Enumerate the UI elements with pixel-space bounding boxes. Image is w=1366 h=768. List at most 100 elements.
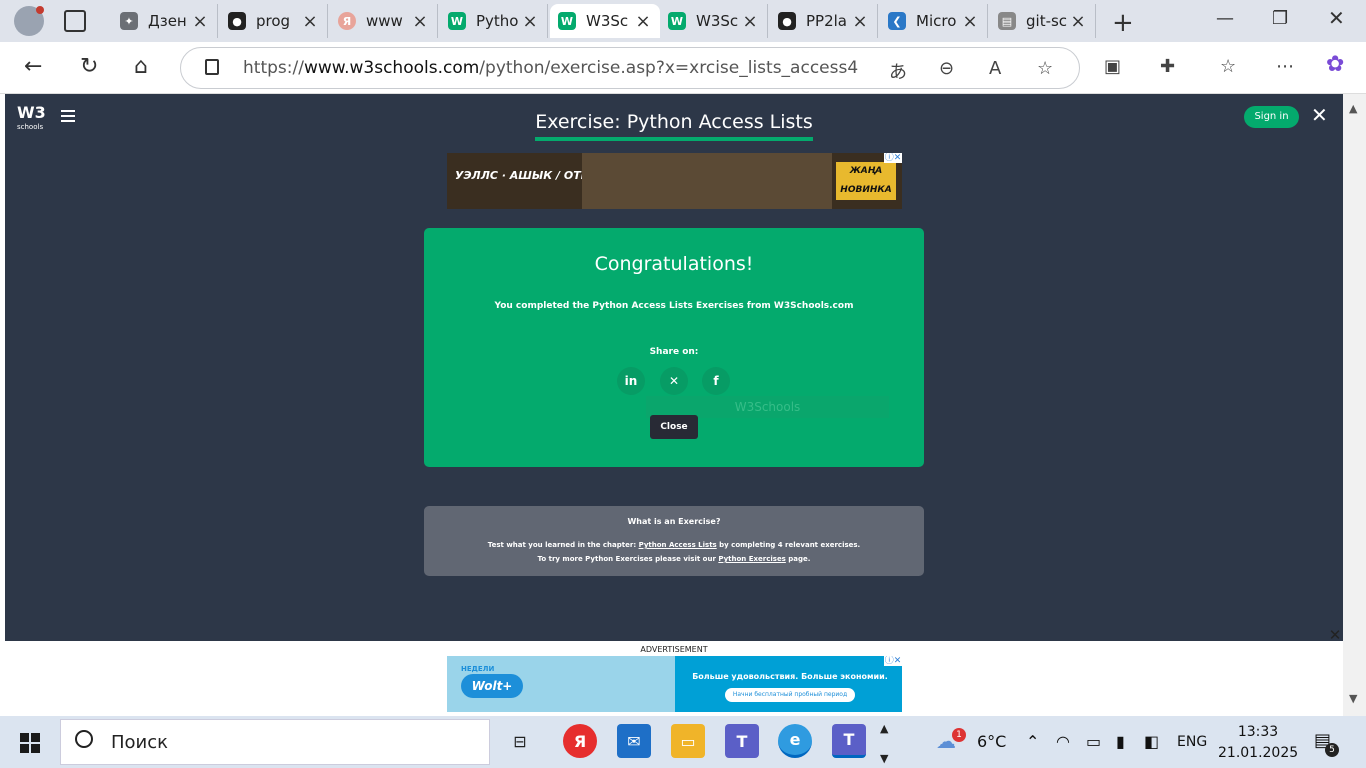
tab-python[interactable]: W Pytho × <box>440 4 548 38</box>
close-icon[interactable]: ✕ <box>1327 627 1343 643</box>
ad-label: ADVERTISEMENT <box>640 645 708 654</box>
yandex-browser-icon[interactable]: Я <box>563 724 597 758</box>
facebook-icon[interactable]: f <box>702 367 730 395</box>
vertical-scrollbar[interactable]: ▲ ▼ <box>1343 94 1366 716</box>
home-icon[interactable]: ⌂ <box>134 54 148 79</box>
share-label: Share on: <box>649 347 699 357</box>
wifi-icon[interactable]: ◠ <box>1056 732 1070 751</box>
linkedin-icon[interactable]: in <box>617 367 645 395</box>
chapter-link[interactable]: Python Access Lists <box>639 541 717 549</box>
tab-label: git-sc <box>1026 12 1068 30</box>
teams-icon[interactable]: T <box>725 724 759 758</box>
top-advertisement[interactable]: УЭЛЛС · АШЫК / ОТКРЫТ ПЕРЕРЫВА ЖАҢА НОВИН… <box>447 153 902 209</box>
tab-git[interactable]: ▤ git-sc × <box>990 4 1096 38</box>
github-icon: ● <box>778 12 796 30</box>
collections-icon[interactable]: ▣ <box>1104 56 1121 77</box>
close-window-icon[interactable]: ✕ <box>1328 6 1345 30</box>
ad-close-icon[interactable]: ⓘ✕ <box>884 153 902 163</box>
url-field[interactable]: https://www.w3schools.com/python/exercis… <box>180 47 1080 89</box>
close-icon[interactable]: × <box>301 11 319 32</box>
extensions-icon[interactable]: ✚ <box>1160 56 1175 77</box>
close-icon[interactable]: × <box>634 11 652 32</box>
ad-cta-button[interactable]: Начни бесплатный пробный период <box>725 688 855 702</box>
python-exercises-link[interactable]: Python Exercises <box>718 555 786 563</box>
favorite-star-icon[interactable]: ☆ <box>1037 58 1053 79</box>
url-text[interactable]: https://www.w3schools.com/python/exercis… <box>243 58 858 78</box>
profile-avatar[interactable] <box>14 6 44 36</box>
windows-start-icon[interactable] <box>20 733 40 753</box>
clock[interactable]: 13:33 21.01.2025 <box>1218 722 1298 764</box>
mail-icon[interactable]: ✉ <box>617 724 651 758</box>
info-heading: What is an Exercise? <box>627 517 721 526</box>
show-hidden-icons[interactable]: ⌃ <box>1026 732 1039 751</box>
address-bar-row: ← ↻ ⌂ https://www.w3schools.com/python/e… <box>0 42 1366 94</box>
file-explorer-icon[interactable]: ▭ <box>671 724 705 758</box>
tab-w3schools[interactable]: W W3Sc × <box>660 4 768 38</box>
lock-icon <box>205 59 219 75</box>
favorites-icon[interactable]: ☆ <box>1220 56 1236 77</box>
teams-active-icon[interactable]: T <box>832 724 866 758</box>
back-icon[interactable]: ← <box>24 54 42 79</box>
tab-dzen[interactable]: ✦ Дзен × <box>112 4 218 38</box>
close-button[interactable]: Close <box>650 415 698 439</box>
restore-icon[interactable]: ❐ <box>1272 8 1288 29</box>
close-icon[interactable]: × <box>961 11 979 32</box>
battery-icon[interactable]: ▭ <box>1086 732 1101 751</box>
sign-in-button[interactable]: Sign in <box>1244 106 1299 128</box>
ad-image <box>582 153 832 209</box>
tab-yandex[interactable]: Я www × <box>330 4 438 38</box>
tab-actions-icon[interactable] <box>64 10 86 32</box>
edge-icon[interactable]: e <box>778 724 812 758</box>
close-icon[interactable]: × <box>411 11 429 32</box>
congrats-heading: Congratulations! <box>594 253 754 275</box>
volume-icon[interactable]: ◧ <box>1144 732 1159 751</box>
tab-label: Micro <box>916 12 957 30</box>
taskbar-search[interactable]: Поиск <box>60 719 490 765</box>
language-indicator[interactable]: ENG <box>1177 734 1207 750</box>
tab-w3schools-active[interactable]: W W3Sc × <box>550 4 660 38</box>
congrats-message: You completed the Python Access Lists Ex… <box>494 301 854 311</box>
notification-count: 5 <box>1325 743 1339 757</box>
tab-label: PP2la <box>806 12 847 30</box>
copilot-icon[interactable]: ✿ <box>1326 52 1344 77</box>
minimize-icon[interactable]: — <box>1216 8 1234 29</box>
tab-label: W3Sc <box>586 12 629 30</box>
chevron-down-icon[interactable]: ▼ <box>880 752 888 765</box>
tab-github-pp2[interactable]: ● PP2la × <box>770 4 878 38</box>
vscode-icon: ❮ <box>888 12 906 30</box>
ad-badge: НЕДЕЛИ <box>461 665 495 673</box>
weather-temperature[interactable]: 6°C <box>977 732 1006 751</box>
ad-close-icon[interactable]: ⓘ✕ <box>884 656 902 666</box>
translate-icon[interactable]: あ <box>889 58 907 84</box>
search-icon <box>75 730 93 748</box>
scroll-down-icon[interactable]: ▼ <box>1349 692 1357 705</box>
close-icon[interactable]: × <box>851 11 869 32</box>
tab-label: Дзен <box>148 12 187 30</box>
tab-label: Pytho <box>476 12 519 30</box>
tab-label: www <box>366 12 403 30</box>
bottom-advertisement[interactable]: НЕДЕЛИ Wolt+ Больше удовольствия. Больше… <box>447 656 902 712</box>
chevron-up-icon[interactable]: ▲ <box>880 722 888 735</box>
tab-github-prog[interactable]: ● prog × <box>220 4 328 38</box>
task-view-icon[interactable]: ⊟ <box>503 724 537 758</box>
ad-headline: Больше удовольствия. Больше экономии. <box>692 672 888 681</box>
close-icon[interactable]: × <box>1069 11 1087 32</box>
read-aloud-icon[interactable]: A <box>989 58 1001 79</box>
close-icon[interactable]: × <box>741 11 759 32</box>
close-icon[interactable]: × <box>521 11 539 32</box>
info-line-1: Test what you learned in the chapter: Py… <box>487 541 861 549</box>
tab-microsoft[interactable]: ❮ Micro × <box>880 4 988 38</box>
x-twitter-icon[interactable]: ✕ <box>660 367 688 395</box>
scroll-up-icon[interactable]: ▲ <box>1349 102 1357 115</box>
refresh-icon[interactable]: ↻ <box>80 54 98 79</box>
close-icon[interactable]: ✕ <box>1311 103 1328 127</box>
new-tab-icon[interactable]: + <box>1112 8 1134 38</box>
microphone-icon[interactable]: ▮ <box>1116 732 1125 751</box>
w3schools-icon: W <box>558 12 576 30</box>
windows-taskbar: Поиск ⊟ Я ✉ ▭ T e T ▲ ▼ ☁ 1 6°C ⌃ ◠ ▭ ▮ … <box>0 716 1366 768</box>
bottom-ad-bar: ✕ ADVERTISEMENT НЕДЕЛИ Wolt+ Больше удов… <box>5 627 1343 716</box>
zoom-icon[interactable]: ⊖ <box>939 58 954 79</box>
close-icon[interactable]: × <box>191 11 209 32</box>
more-icon[interactable]: ⋯ <box>1276 56 1294 77</box>
weather-badge: 1 <box>952 728 966 742</box>
